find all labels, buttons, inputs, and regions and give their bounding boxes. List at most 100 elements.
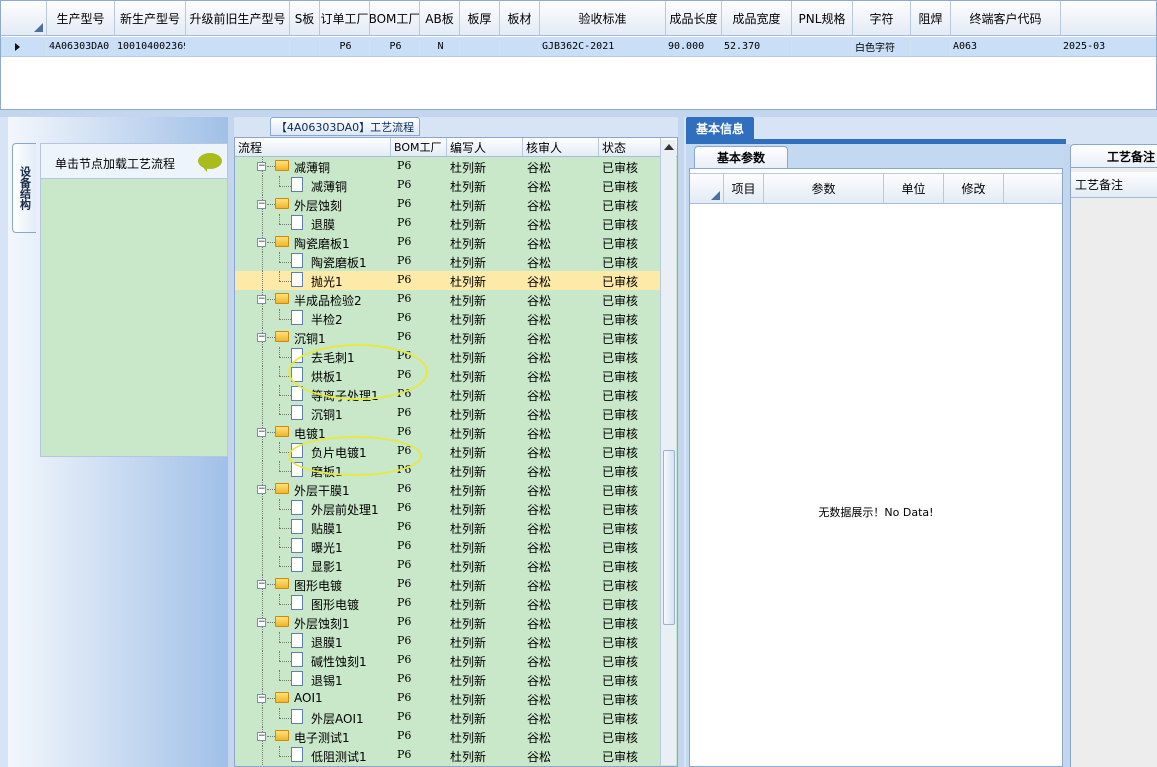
tree-row[interactable]: 沉铜1 P6 杜列新 谷松 已审核 [235, 404, 663, 423]
grid-cell[interactable]: 90.000 [666, 37, 722, 56]
grid-cell[interactable] [460, 37, 500, 56]
grid-cell[interactable]: P6 [320, 37, 370, 56]
tree-node-label[interactable]: 退锡1 [311, 672, 343, 689]
column-header[interactable]: 成品长度 [666, 1, 722, 35]
tree-row[interactable]: − 减薄铜 P6 杜列新 谷松 已审核 [235, 157, 663, 176]
params-column-header[interactable]: 单位 [884, 174, 944, 203]
tree-node-label[interactable]: 低阻测试1 [311, 748, 367, 765]
tree-node-label[interactable]: 外层干膜1 [294, 482, 350, 499]
product-grid-row[interactable]: 4A06303DA010010400236909P6P6NGJB362C-202… [1, 37, 1156, 57]
params-column-header[interactable]: 项目 [724, 174, 764, 203]
params-grid-corner[interactable] [690, 174, 724, 203]
tree-column-header[interactable]: BOM工厂 [391, 138, 447, 156]
column-header[interactable]: 新生产型号 [115, 1, 186, 35]
collapse-icon[interactable]: − [257, 200, 266, 209]
tree-node-label[interactable]: 减薄铜 [311, 178, 347, 195]
tree-node-label[interactable]: 陶瓷磨板1 [311, 254, 367, 271]
grid-cell[interactable]: P6 [370, 37, 420, 56]
horizontal-splitter[interactable] [0, 110, 1157, 117]
tree-node-label[interactable]: 外层AOI1 [311, 710, 364, 727]
grid-cell[interactable] [290, 37, 320, 56]
tree-row[interactable]: 低阻测试1 P6 杜列新 谷松 已审核 [235, 746, 663, 765]
tree-row[interactable]: 退锡1 P6 杜列新 谷松 已审核 [235, 670, 663, 689]
tree-row[interactable]: − 电镀1 P6 杜列新 谷松 已审核 [235, 423, 663, 442]
tree-row[interactable]: − 外层蚀刻1 P6 杜列新 谷松 已审核 [235, 613, 663, 632]
tree-row[interactable]: − 沉铜1 P6 杜列新 谷松 已审核 [235, 328, 663, 347]
params-column-header[interactable]: 修改 [944, 174, 1004, 203]
tree-node-label[interactable]: 电子测试1 [294, 729, 350, 746]
grid-cell[interactable]: 4A06303DA0 [47, 37, 115, 56]
grid-cell[interactable]: 52.370 [722, 37, 792, 56]
select-all-icon[interactable] [711, 191, 720, 200]
tree-column-header[interactable]: 状态 [599, 138, 661, 156]
row-indicator[interactable] [1, 37, 47, 56]
column-header[interactable]: 终端客户代码 [951, 1, 1061, 35]
tree-row[interactable]: 曝光1 P6 杜列新 谷松 已审核 [235, 537, 663, 556]
grid-cell[interactable] [500, 37, 540, 56]
collapse-icon[interactable]: − [257, 732, 266, 741]
grid-cell[interactable] [186, 37, 290, 56]
tree-node-label[interactable]: 减薄铜 [294, 159, 330, 176]
collapse-icon[interactable]: − [257, 694, 266, 703]
tree-node-label[interactable]: 半成品检验2 [294, 292, 362, 309]
tree-row[interactable]: 外层AOI1 P6 杜列新 谷松 已审核 [235, 708, 663, 727]
column-header[interactable]: PNL规格 [792, 1, 853, 35]
grid-cell[interactable]: 白色字符 [853, 37, 911, 56]
collapse-icon[interactable]: − [257, 485, 266, 494]
grid-corner[interactable] [1, 1, 47, 35]
grid-cell[interactable]: A063 [951, 37, 1061, 56]
column-header[interactable]: 板厚 [460, 1, 500, 35]
column-header[interactable]: 订单工厂 [320, 1, 370, 35]
tree-node-label[interactable]: 曝光1 [311, 539, 343, 556]
tree-node-label[interactable]: 图形电镀 [311, 596, 359, 613]
tab-basic-params[interactable]: 基本参数 [694, 146, 788, 168]
column-header[interactable]: AB板 [420, 1, 460, 35]
tree-node-label[interactable]: 沉铜1 [294, 330, 326, 347]
grid-cell[interactable] [911, 37, 951, 56]
tree-row[interactable]: − 陶瓷磨板1 P6 杜列新 谷松 已审核 [235, 233, 663, 252]
tree-column-header[interactable]: 编写人 [447, 138, 523, 156]
scroll-up-icon[interactable] [664, 144, 674, 150]
column-header[interactable]: 验收标准 [540, 1, 666, 35]
grid-cell[interactable]: 2025-03 [1061, 37, 1156, 56]
vertical-splitter-left[interactable] [228, 117, 234, 767]
tree-row[interactable]: 等离子处理1 P6 杜列新 谷松 已审核 [235, 385, 663, 404]
grid-cell[interactable]: GJB362C-2021 [540, 37, 666, 56]
tree-column-header[interactable]: 核审人 [523, 138, 599, 156]
tree-node-label[interactable]: 退膜1 [311, 634, 343, 651]
tree-node-label[interactable]: 图形电镀 [294, 577, 342, 594]
tree-node-label[interactable]: 碱性蚀刻1 [311, 653, 367, 670]
collapse-icon[interactable]: − [257, 238, 266, 247]
collapse-icon[interactable]: − [257, 162, 266, 171]
tree-node-label[interactable]: 外层蚀刻1 [294, 615, 350, 632]
tree-row[interactable]: − 外层干膜1 P6 杜列新 谷松 已审核 [235, 480, 663, 499]
tree-row[interactable]: 碱性蚀刻1 P6 杜列新 谷松 已审核 [235, 651, 663, 670]
tree-node-label[interactable]: 外层前处理1 [311, 501, 379, 518]
tree-row[interactable]: 外层前处理1 P6 杜列新 谷松 已审核 [235, 499, 663, 518]
tree-node-label[interactable]: 陶瓷磨板1 [294, 235, 350, 252]
collapse-icon[interactable]: − [257, 618, 266, 627]
column-header[interactable]: 成品宽度 [722, 1, 792, 35]
tree-row[interactable]: 贴膜1 P6 杜列新 谷松 已审核 [235, 518, 663, 537]
column-header[interactable]: 板材 [500, 1, 540, 35]
tree-row[interactable]: − 电子测试1 P6 杜列新 谷松 已审核 [235, 727, 663, 746]
vertical-splitter-middle[interactable] [678, 117, 684, 767]
tree-node-label[interactable]: 沉铜1 [311, 406, 343, 423]
tree-row[interactable]: − 图形电镀 P6 杜列新 谷松 已审核 [235, 575, 663, 594]
grid-cell[interactable] [792, 37, 853, 56]
tab-process-remark[interactable]: 工艺备注 [1070, 144, 1157, 168]
tree-row[interactable]: − 外层蚀刻 P6 杜列新 谷松 已审核 [235, 195, 663, 214]
collapse-icon[interactable]: − [257, 428, 266, 437]
tree-row[interactable]: 陶瓷磨板1 P6 杜列新 谷松 已审核 [235, 252, 663, 271]
tree-row[interactable]: 显影1 P6 杜列新 谷松 已审核 [235, 556, 663, 575]
tree-node-label[interactable]: 退膜 [311, 216, 335, 233]
grid-cell[interactable]: 10010400236909 [115, 37, 186, 56]
column-header[interactable]: 字符 [853, 1, 911, 35]
collapse-icon[interactable]: − [257, 295, 266, 304]
column-header[interactable] [1061, 1, 1156, 35]
column-header[interactable]: 升级前旧生产型号 [186, 1, 290, 35]
tree-row[interactable]: 半检2 P6 杜列新 谷松 已审核 [235, 309, 663, 328]
column-header[interactable]: S板 [290, 1, 320, 35]
tree-row[interactable]: 减薄铜 P6 杜列新 谷松 已审核 [235, 176, 663, 195]
tree-row[interactable]: − AOI1 P6 杜列新 谷松 已审核 [235, 689, 663, 708]
